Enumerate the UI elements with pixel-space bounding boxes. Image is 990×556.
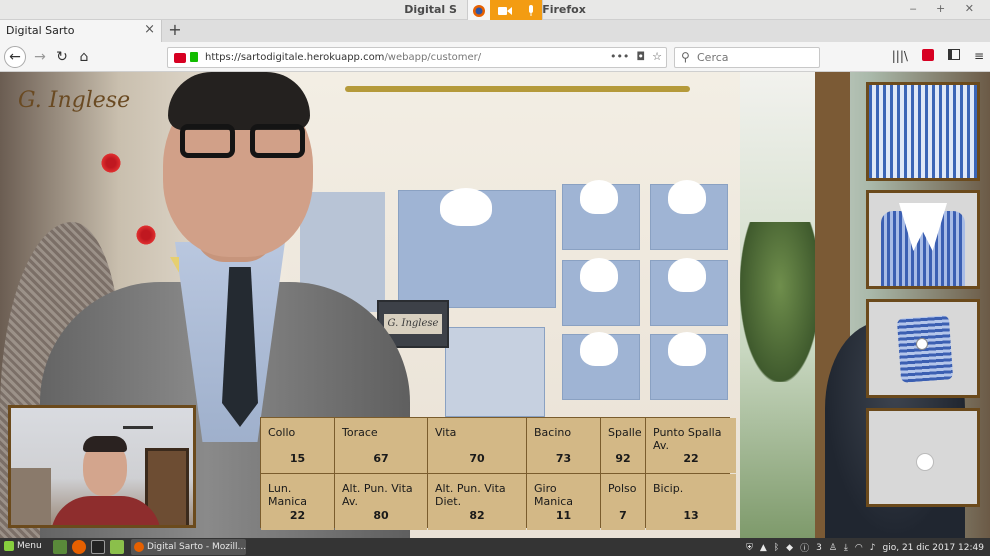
wifi-icon[interactable]: ◠ (855, 543, 863, 553)
shirt-collar (668, 258, 706, 292)
fabric-thumbnail[interactable] (866, 82, 980, 181)
camera-icon (497, 6, 512, 15)
measure-alt-vita-diet: Alt. Pun. Vita Diet. 82 (428, 474, 526, 530)
self-webcam-preview[interactable] (8, 405, 196, 528)
firefox-launcher-icon[interactable] (72, 540, 86, 554)
quick-launch (53, 540, 124, 554)
taskbar-window-firefox[interactable]: Digital Sarto - Mozill... (131, 539, 246, 555)
notification-count: 3 (816, 542, 822, 553)
microphone-icon (528, 4, 533, 16)
cuff-thumbnail[interactable] (866, 299, 980, 398)
tailor-hair (168, 72, 310, 130)
page-actions-icon[interactable]: ••• (610, 50, 629, 63)
measure-lun-manica: Lun. Manica 22 (261, 474, 334, 530)
shirt-collar (580, 332, 618, 366)
collar-thumbnail[interactable] (866, 190, 980, 289)
library-icon[interactable]: |||\ (892, 49, 908, 63)
shield-icon[interactable]: ⛨ (746, 543, 753, 553)
hanging-rail (345, 86, 690, 92)
firefox-icon (468, 0, 490, 21)
camera-recording-icon[interactable] (174, 53, 186, 63)
home-button[interactable]: ⌂ (74, 47, 94, 67)
close-tab-icon[interactable]: × (144, 22, 155, 37)
new-tab-button[interactable]: + (166, 20, 184, 42)
os-taskbar: Menu Digital Sarto - Mozill... ⛨ ▲ ᛒ ◆ ⓘ… (0, 538, 990, 556)
sidebar-icon[interactable] (947, 49, 960, 60)
search-input[interactable] (697, 50, 815, 65)
network-manager-icon[interactable]: ▲ (760, 543, 767, 553)
system-tray: ⛨ ▲ ᛒ ◆ ⓘ 3 ♙ ⤓ ◠ ♪ gio, 21 dic 2017 12:… (746, 541, 984, 555)
measure-bacino: Bacino 73 (527, 418, 600, 473)
user-icon[interactable]: ♙ (829, 543, 837, 553)
flower-decoration (135, 224, 157, 246)
folded-shirt (445, 327, 545, 417)
tailor-glasses (180, 124, 320, 164)
shirt-collar (580, 180, 618, 214)
volume-icon[interactable]: ♪ (870, 543, 876, 553)
measure-polso: Polso 7 (601, 474, 645, 530)
measure-bicip: Bicip. 13 (646, 474, 736, 530)
reload-button[interactable]: ↻ (52, 47, 72, 67)
url-actions: ••• ◘ ☆ (610, 50, 662, 63)
bookmark-star-icon[interactable]: ☆ (652, 50, 662, 63)
extension-icon[interactable] (921, 49, 934, 61)
forward-button[interactable]: → (30, 47, 50, 67)
search-bar[interactable]: ⚲ (674, 47, 820, 68)
pocket-icon[interactable]: ◘ (636, 50, 645, 63)
clock[interactable]: gio, 21 dic 2017 12:49 (883, 543, 984, 553)
toolbar-icons: |||\ ≡ (892, 49, 984, 63)
sharing-indicator[interactable] (467, 0, 543, 21)
tab-title: Digital Sarto (6, 24, 75, 37)
firefox-window: Digital Sa Firefox ‒ + ✕ Digital Sarto ×… (0, 0, 990, 556)
measure-collo: Collo 15 (261, 418, 334, 473)
shirt-collar (580, 258, 618, 292)
measure-spalle: Spalle 92 (601, 418, 645, 473)
back-button[interactable]: ← (4, 46, 26, 68)
measure-alt-vita-av: Alt. Pun. Vita Av. 80 (335, 474, 427, 530)
shirt-collar (668, 332, 706, 366)
hamburger-menu-icon[interactable]: ≡ (974, 49, 984, 63)
dropbox-icon[interactable]: ◆ (786, 543, 793, 553)
camera-mic-indicator[interactable] (490, 0, 542, 21)
url-bar[interactable]: https://sartodigitale.herokuapp.com/weba… (167, 47, 667, 68)
url-text[interactable]: https://sartodigitale.herokuapp.com/weba… (205, 52, 481, 63)
window-controls[interactable]: ‒ + ✕ (910, 2, 982, 15)
nav-bar: ← → ↻ ⌂ https://sartodigitale.herokuapp.… (0, 42, 990, 72)
bluetooth-icon[interactable]: ᛒ (774, 543, 779, 553)
measure-torace: Torace 67 (335, 418, 427, 473)
measure-punto-spalla: Punto Spalla Av. 22 (646, 418, 736, 473)
brand-logo: G. Inglese (18, 88, 131, 113)
tab-digital-sarto[interactable]: Digital Sarto × (0, 20, 162, 42)
notification-icon[interactable]: ⓘ (800, 541, 809, 554)
measure-giro-manica: Giro Manica 11 (527, 474, 600, 530)
firefox-icon (134, 542, 144, 552)
download-icon[interactable]: ⤓ (844, 543, 848, 553)
tree (740, 222, 820, 382)
mint-logo-icon (4, 541, 14, 551)
start-menu-button[interactable]: Menu (4, 541, 42, 551)
search-icon: ⚲ (681, 50, 690, 64)
measure-vita: Vita 70 (428, 418, 526, 473)
measurements-table: Collo 15 Torace 67 Vita 70 Bacino 73 Spalle 9… (260, 417, 736, 530)
tab-bar: Digital Sarto × + (0, 20, 990, 42)
video-call-page: G. Inglese G. Inglese Collo 15 Torace 67… (0, 72, 990, 538)
button-thumbnail[interactable] (866, 408, 980, 507)
shirt-collar (668, 180, 706, 214)
show-desktop-icon[interactable] (53, 540, 67, 554)
files-icon[interactable] (110, 540, 124, 554)
flower-decoration (100, 152, 122, 174)
shirt-collar (440, 188, 492, 226)
terminal-icon[interactable] (91, 540, 105, 554)
lock-icon[interactable] (190, 52, 198, 62)
